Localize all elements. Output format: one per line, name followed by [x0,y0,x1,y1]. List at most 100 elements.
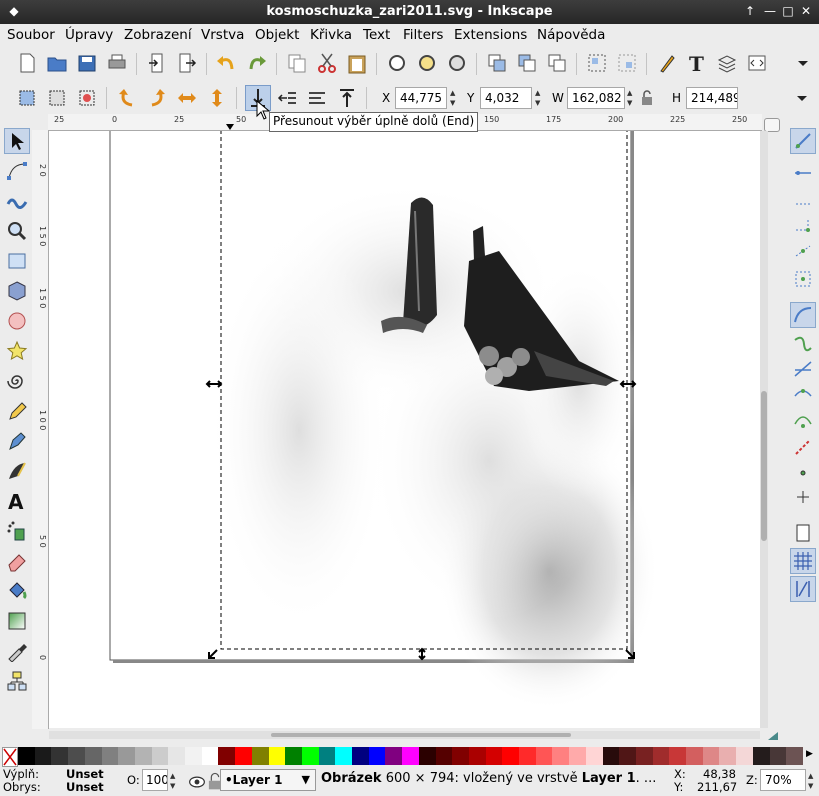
color-swatch[interactable] [602,747,620,765]
color-swatch[interactable] [201,747,219,765]
snap-line-midpoint-icon[interactable] [792,436,814,458]
duplicate-icon[interactable] [486,52,508,74]
color-swatch[interactable] [352,747,369,765]
color-swatch[interactable] [134,747,152,765]
color-swatch[interactable] [786,747,804,765]
snap-guide-icon[interactable] [790,576,816,602]
copy-icon[interactable] [286,52,308,74]
menu-zobrazeni[interactable]: Zobrazení [124,27,192,43]
horizontal-scroll-thumb[interactable] [271,733,571,737]
menu-objekt[interactable]: Objekt [255,27,299,43]
color-swatch[interactable] [686,747,703,765]
ellipse-tool-icon[interactable] [6,310,28,332]
pencil-tool-icon[interactable] [6,400,28,422]
rotate-cw-icon[interactable] [146,87,168,109]
print-icon[interactable] [106,52,128,74]
unlink-clone-icon[interactable] [546,52,568,74]
node-tool-icon[interactable] [6,160,28,182]
drawing-canvas[interactable] [49,131,760,728]
zoom-page-icon[interactable] [446,52,468,74]
ruler-corner-button[interactable] [764,118,780,132]
color-swatch[interactable] [552,747,570,765]
cut-icon[interactable] [316,52,338,74]
color-swatch[interactable] [18,747,35,765]
gradient-tool-icon[interactable] [6,610,28,632]
color-swatch[interactable] [68,747,86,765]
layer-dropdown[interactable]: •Layer 1 ▼ [220,769,316,791]
color-swatch[interactable] [619,747,637,765]
redo-icon[interactable] [246,52,268,74]
minimize-icon[interactable]: — [762,3,778,19]
snap-midpoint-icon[interactable] [792,240,814,262]
maximize-icon[interactable]: □ [780,3,796,19]
x-spinner[interactable]: ▲ ▼ [450,88,458,108]
menu-soubor[interactable]: Soubor [7,27,55,43]
lock-icon[interactable] [639,88,655,108]
fill-value[interactable]: Unset [66,767,104,781]
dropper-tool-icon[interactable] [6,640,28,662]
rotate-ccw-icon[interactable] [116,87,138,109]
snap-nodes-icon[interactable] [790,302,816,328]
x-field[interactable]: 44,775 [395,87,447,109]
color-swatch[interactable] [736,747,754,765]
color-swatch[interactable] [185,747,202,765]
color-swatch[interactable] [769,747,787,765]
calligraphy-tool-icon[interactable] [6,460,28,482]
text-tool-icon[interactable]: A [6,490,28,512]
rectangle-tool-icon[interactable] [6,250,28,272]
stroke-value[interactable]: Unset [66,780,104,794]
group-icon[interactable] [586,52,608,74]
save-icon[interactable] [76,52,98,74]
lower-icon[interactable] [276,87,298,109]
fill-stroke-icon[interactable] [656,52,678,74]
zoom-drawing-icon[interactable] [416,52,438,74]
menu-upravy[interactable]: Úpravy [65,27,113,43]
vertical-scroll-thumb[interactable] [761,391,767,541]
ungroup-icon[interactable] [616,52,638,74]
zoom-correction-icon[interactable] [766,730,780,742]
open-icon[interactable] [46,52,68,74]
color-swatch[interactable] [435,747,453,765]
zoom-tool-icon[interactable] [6,220,28,242]
xml-editor-icon[interactable] [746,52,768,74]
color-swatch[interactable] [385,747,403,765]
color-swatch[interactable] [218,747,236,765]
connector-tool-icon[interactable] [6,670,28,692]
y-spinner[interactable]: ▲ ▼ [535,88,543,108]
snap-path-icon[interactable] [792,332,814,354]
close-icon[interactable]: ✕ [798,3,814,19]
w-field[interactable]: 162,082 [567,87,625,109]
color-swatch[interactable] [101,747,119,765]
color-swatch[interactable] [285,747,303,765]
vertical-scrollbar[interactable] [760,131,768,728]
opacity-spinner[interactable]: ▲ ▼ [170,771,178,791]
color-swatch[interactable] [752,747,770,765]
snap-rotation-center-icon[interactable] [792,486,814,508]
lock-layer-icon[interactable] [204,771,222,790]
new-document-icon[interactable] [16,52,38,74]
toolbar-overflow-icon[interactable] [792,52,814,74]
hide-layer-icon[interactable] [186,771,205,789]
raise-icon[interactable] [306,87,328,109]
color-swatch[interactable] [569,747,587,765]
snap-intersection-icon[interactable] [792,358,814,380]
paint-bucket-tool-icon[interactable] [6,580,28,602]
color-swatch[interactable] [51,747,69,765]
h-field[interactable]: 214,489 [686,87,738,109]
color-swatch[interactable] [535,747,553,765]
spiral-tool-icon[interactable] [6,370,28,392]
zoom-selection-icon[interactable] [386,52,408,74]
color-swatch[interactable] [34,747,52,765]
snap-page-border-icon[interactable] [792,522,814,544]
color-swatch[interactable] [669,747,687,765]
palette-menu-icon[interactable]: ▶ [806,749,813,759]
color-swatch[interactable] [118,747,136,765]
snap-grid-icon[interactable] [790,548,816,574]
snap-object-center-icon[interactable] [792,462,814,484]
color-swatch[interactable] [452,747,470,765]
selector-tool-icon[interactable] [4,128,30,154]
snap-cusp-icon[interactable] [792,384,814,406]
color-swatch[interactable] [635,747,653,765]
zoom-field[interactable]: 70% [760,769,806,791]
select-all-layers-icon[interactable] [46,87,68,109]
